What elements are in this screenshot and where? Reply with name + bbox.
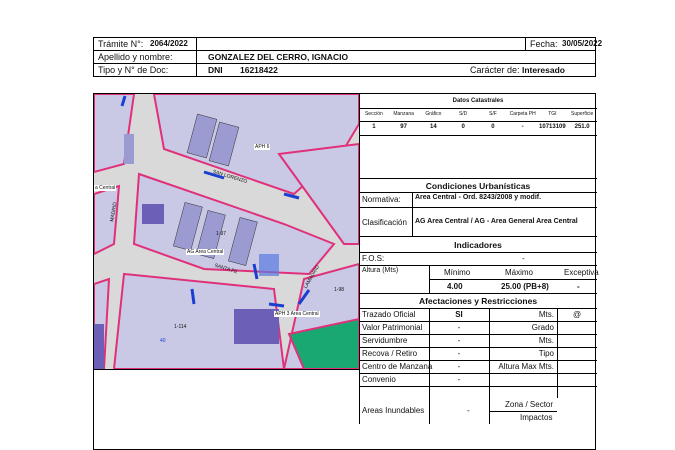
- parcel-number-114: 1-114: [174, 324, 187, 330]
- row-divider: [359, 334, 597, 335]
- catastral-value-cell: 0: [491, 124, 495, 130]
- afectaciones-title: Afectaciones y Restricciones: [418, 296, 538, 306]
- exceptiva-label: Exceptiva: [564, 268, 599, 277]
- catastral-value-cell: 97: [400, 124, 407, 130]
- maximo-value: 25.00 (PB+8): [501, 282, 549, 291]
- catastral-header-cell: Sección: [364, 111, 383, 117]
- row-divider: [359, 347, 597, 348]
- clasificacion-label: Clasificación: [362, 218, 407, 227]
- clasificacion-value: AG Area Central / AG - Area General Area…: [415, 218, 578, 225]
- tipo-doc-number: 16218422: [240, 65, 278, 75]
- map-label-area-central: a Central: [94, 185, 117, 191]
- parcel-number-97: 1-97: [216, 231, 227, 237]
- row-divider: [359, 321, 597, 322]
- afectacion-value: -: [457, 375, 461, 384]
- info-panel: APH 6 AG Area Central a Central APH 3 Ar…: [93, 93, 599, 450]
- map-label-aph3: APH 3 Area Central: [274, 311, 320, 317]
- minimo-label: Mínimo: [444, 268, 471, 277]
- normativa-value: Area Central - Ord. 8243/2008 y modif.: [415, 194, 542, 201]
- catastral-header-cell: Superficie: [571, 111, 594, 117]
- areas-inundables-value: -: [467, 406, 470, 415]
- parcel-number-98: 1-98: [334, 287, 345, 293]
- catastral-header-cell: TGI: [548, 111, 557, 117]
- caracter-label: Carácter de:: [470, 65, 520, 75]
- catastral-header-cell: Carpeta PH: [509, 111, 536, 117]
- afectacion-right-label: Grado: [531, 323, 554, 332]
- indicadores-title: Indicadores: [454, 240, 502, 250]
- map-label-ag-area-central: AG Area Central: [186, 249, 225, 255]
- catastral-header-cell: Gráfico: [425, 111, 442, 117]
- tramite-label: Trámite N°:: [98, 39, 144, 49]
- cadastral-map[interactable]: APH 6 AG Area Central a Central APH 3 Ar…: [94, 94, 360, 370]
- catastral-header-cell: S/D: [458, 111, 468, 117]
- fos-value: -: [522, 254, 525, 263]
- catastral-value-cell: 1: [372, 124, 376, 130]
- catastral-value-cell: 0: [461, 124, 465, 130]
- apellido-label: Apellido y nombre:: [98, 52, 173, 62]
- apellido-value: GONZALEZ DEL CERRO, IGNACIO: [208, 52, 349, 62]
- catastral-header-cell: Manzana: [393, 111, 414, 117]
- tramite-value: 2064/2022: [150, 39, 188, 48]
- caracter-value: Interesado: [522, 65, 565, 75]
- afectacion-right-value: @: [572, 310, 582, 319]
- catastral-header-cell: S/F: [488, 111, 497, 117]
- fecha-value: 30/05/2022: [562, 39, 603, 48]
- normativa-label: Normativa:: [362, 195, 401, 204]
- catastral-value-cell: 14: [430, 124, 437, 130]
- afectacion-right-label: Tipo: [538, 349, 554, 358]
- areas-inundables-label: Areas Inundables: [362, 406, 425, 415]
- catastral-value-cell: -: [521, 124, 524, 130]
- tipo-doc-label: Tipo y N° de Doc:: [98, 65, 169, 75]
- catastral-value-cell: 10713109: [539, 124, 566, 130]
- condiciones-title: Condiciones Urbanísticas: [425, 181, 531, 191]
- afectacion-right-label: Altura Max Mts.: [498, 362, 554, 371]
- map-label-aph6: APH 6: [254, 144, 271, 150]
- fecha-label: Fecha:: [530, 39, 558, 49]
- maximo-label: Máximo: [505, 268, 534, 277]
- catastral-value-cell: 251.0: [574, 124, 590, 130]
- row-divider: [359, 386, 597, 387]
- afectacion-right-label: Mts.: [538, 310, 554, 319]
- fos-label: F.O.S:: [362, 254, 385, 263]
- zona-sector-label: Zona / Sector: [505, 400, 554, 409]
- catastral-title: Datos Catastrales: [452, 98, 504, 104]
- parcel-number-40: 40: [160, 338, 166, 344]
- row-divider: [359, 373, 597, 374]
- map-svg: [94, 94, 359, 369]
- data-panel: Datos Catastrales Sección Manzana Gráfico S…: [359, 94, 599, 424]
- exceptiva-value: -: [577, 282, 580, 291]
- tipo-doc-type: DNI: [208, 65, 223, 75]
- impactos-label: Impactos: [520, 413, 553, 422]
- altura-label: Altura (Mts): [362, 267, 399, 274]
- minimo-value: 4.00: [447, 282, 463, 291]
- row-divider: [359, 360, 597, 361]
- afectacion-right-label: Mts.: [538, 336, 554, 345]
